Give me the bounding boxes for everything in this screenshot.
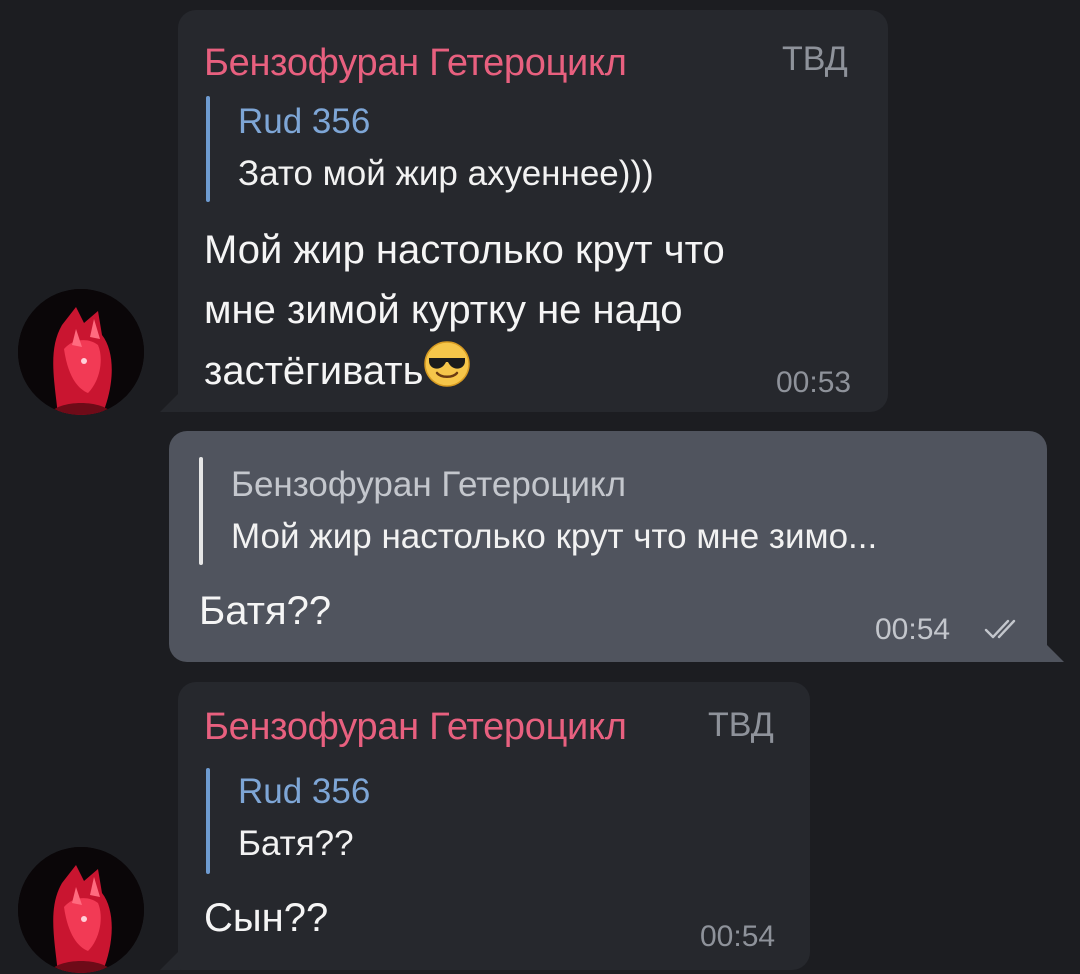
- reply-author: Rud 356: [238, 772, 371, 811]
- message-line-with-emoji: застёгивать: [204, 340, 725, 401]
- sender-tag: ТВД: [708, 706, 774, 744]
- sender-avatar[interactable]: [18, 847, 144, 973]
- double-check-icon: [984, 619, 1016, 639]
- avatar-image: [18, 847, 144, 973]
- message-time: 00:54: [700, 920, 776, 953]
- reply-quote[interactable]: Rud 356 Зато мой жир ахуеннее))): [206, 96, 846, 202]
- reply-quote[interactable]: Rud 356 Батя??: [206, 768, 766, 874]
- sunglasses-emoji: [424, 341, 471, 387]
- outgoing-message[interactable]: Бензофуран Гетероцикл Мой жир настолько …: [169, 431, 1047, 662]
- message-text: Мой жир настолько крут что мне зимой кур…: [204, 220, 725, 401]
- reply-author: Бензофуран Гетероцикл: [231, 465, 627, 504]
- message-time: 00:53: [776, 366, 852, 399]
- sender-name[interactable]: Бензофуран Гетероцикл: [204, 706, 627, 749]
- message-time: 00:54: [875, 613, 951, 646]
- reply-accent-bar: [199, 457, 203, 565]
- reply-text: Батя??: [238, 824, 354, 863]
- reply-accent-bar: [206, 768, 210, 874]
- reply-text: Мой жир настолько крут что мне зимо...: [231, 517, 878, 556]
- avatar-image: [18, 289, 144, 415]
- message-line: Мой жир настолько крут что: [204, 228, 725, 272]
- message-line: застёгивать: [204, 349, 424, 393]
- message-text: Батя??: [199, 589, 332, 633]
- sender-name[interactable]: Бензофуран Гетероцикл: [204, 42, 627, 85]
- message-text: Сын??: [204, 896, 329, 940]
- reply-author: Rud 356: [238, 102, 371, 141]
- incoming-message[interactable]: Бензофуран Гетероцикл ТВД Rud 356 Батя??…: [178, 682, 810, 970]
- reply-accent-bar: [206, 96, 210, 202]
- sender-tag: ТВД: [782, 40, 848, 78]
- reply-quote[interactable]: Бензофуран Гетероцикл Мой жир настолько …: [199, 457, 1019, 565]
- reply-text: Зато мой жир ахуеннее))): [238, 154, 654, 193]
- incoming-message[interactable]: Бензофуран Гетероцикл ТВД Rud 356 Зато м…: [178, 10, 888, 412]
- chat-view: Бензофуран Гетероцикл ТВД Rud 356 Зато м…: [0, 0, 1080, 974]
- message-line: мне зимой куртку не надо: [204, 288, 683, 332]
- sender-avatar[interactable]: [18, 289, 144, 415]
